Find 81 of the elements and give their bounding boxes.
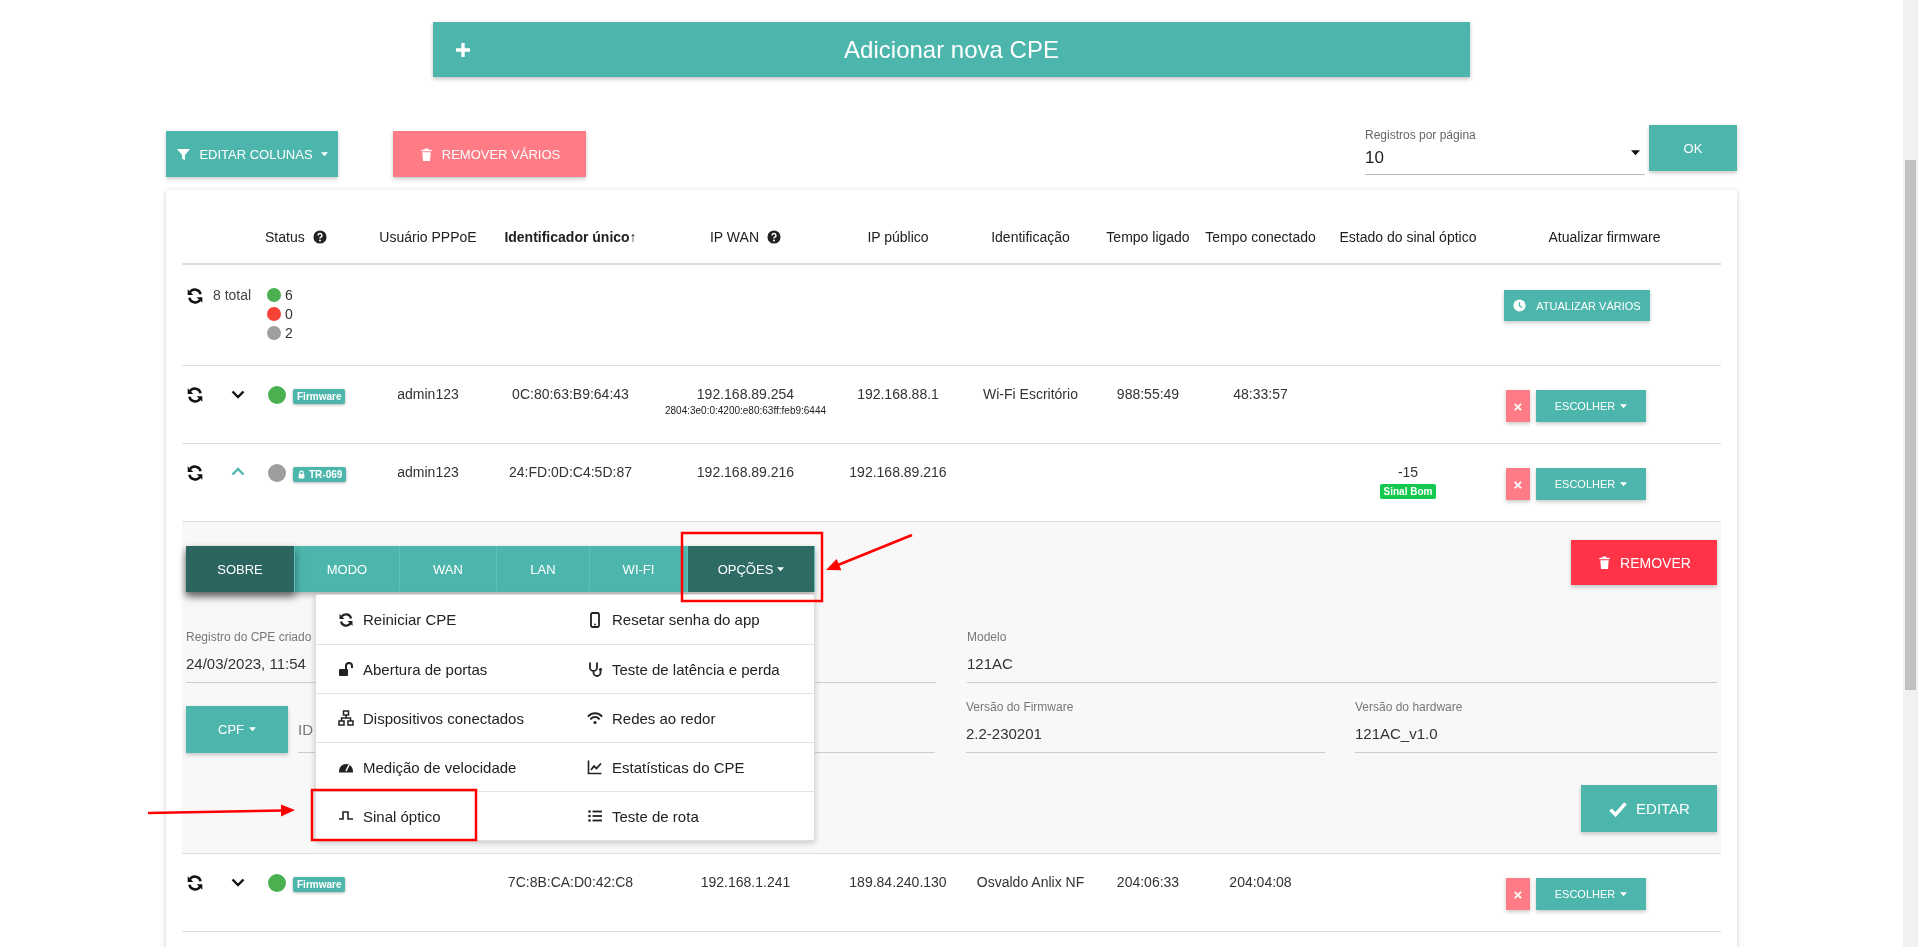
table-cell: 192.168.89.216 [849, 464, 947, 480]
caret-icon [777, 566, 785, 572]
list-icon [587, 808, 603, 824]
menu-item[interactable]: Dispositivos conectados [316, 693, 565, 742]
table-cell: Osvaldo Anlix NF [976, 874, 1085, 890]
badge-label: TR-069 [309, 469, 343, 480]
menu-item[interactable]: Teste de latência e perda [565, 644, 814, 693]
column-header[interactable]: Identificação [991, 228, 1070, 245]
menu-item[interactable]: Abertura de portas [316, 644, 565, 693]
caret-icon [320, 151, 328, 157]
menu-item[interactable]: Teste de rota [565, 791, 814, 840]
wifi-icon [587, 710, 603, 726]
total-count: 8 total [213, 287, 252, 303]
table-cell: 24:FD:0D:C4:5D:87 [509, 464, 632, 480]
ip-address: 192.168.1.241 [700, 874, 791, 890]
status-count: 6 [285, 287, 293, 303]
ipv6-address: 2804:3e0:0:4200:e80:63ff:feb9:6444 [664, 405, 827, 416]
caret-icon [249, 727, 256, 732]
column-header[interactable]: Atualizar firmware [1548, 228, 1661, 245]
options-dropdown[interactable]: OPÇÕES [688, 546, 815, 592]
column-header[interactable]: Usuário PPPoE [379, 228, 477, 245]
table-cell: admin123 [397, 464, 459, 480]
column-header[interactable]: IP público [867, 228, 929, 245]
refresh-icon[interactable] [186, 386, 204, 404]
status-count: 0 [285, 306, 293, 322]
table-cell: 192.168.88.1 [857, 386, 939, 402]
menu-item[interactable]: Resetar senha do app [565, 595, 814, 644]
unlock-icon [338, 661, 354, 677]
menu-item[interactable]: Redes ao redor [565, 693, 814, 742]
badge-label: Firmware [297, 391, 342, 402]
plus-icon [455, 41, 471, 58]
trash-icon [1597, 555, 1613, 570]
id-field[interactable]: ID [298, 720, 318, 738]
text-field[interactable]: Modelo 121AC [967, 630, 1717, 683]
column-header[interactable]: Status [265, 228, 305, 245]
per-page-select[interactable]: Registros por página 10 [1365, 125, 1645, 175]
signal-value: -15 [1397, 464, 1419, 480]
table-cell: Wi-Fi Escritório [983, 386, 1078, 402]
column-header[interactable]: Tempo ligado [1106, 228, 1190, 245]
menu-item[interactable]: Sinal óptico [316, 791, 565, 840]
refresh-icon[interactable] [186, 874, 204, 892]
line-chart-icon [587, 759, 603, 775]
table-cell: 7C:8B:CA:D0:42:C8 [507, 874, 634, 890]
text-field[interactable]: Versão do Firmware 2.2-230201 [966, 700, 1325, 753]
table-cell: 189.84.240.130 [849, 874, 947, 890]
clock-icon [1513, 299, 1527, 312]
table-cell: 204:04:08 [1229, 874, 1292, 890]
column-header[interactable]: Identificador único↑ [504, 228, 637, 245]
table-cell: 988:55:49 [1116, 386, 1180, 402]
refresh-icon[interactable] [186, 287, 204, 305]
remove-button[interactable]: REMOVER [1571, 540, 1717, 585]
column-header[interactable]: Estado do sinal óptico [1339, 228, 1477, 245]
badge-label: Firmware [297, 879, 342, 890]
column-header[interactable]: IP WAN [710, 228, 759, 245]
lock-icon [297, 470, 306, 479]
ip-address: 192.168.89.216 [696, 464, 795, 480]
tab[interactable]: SOBRE [186, 546, 295, 592]
caret-icon [1631, 150, 1640, 156]
menu-item[interactable]: Reiniciar CPE [316, 595, 565, 644]
column-header[interactable]: Tempo conectado [1205, 228, 1316, 245]
refresh-icon[interactable] [186, 464, 204, 482]
signal-badge: Sinal Bom [1379, 484, 1437, 499]
filter-icon [176, 146, 192, 162]
phone-icon [587, 611, 603, 628]
caret-icon [1620, 481, 1628, 487]
ip-address: 192.168.89.254 [696, 386, 795, 402]
text-field[interactable]: Versão do hardware 121AC_v1.0 [1355, 700, 1717, 753]
table-cell: 0C:80:63:B9:64:43 [512, 386, 629, 402]
scrollbar[interactable] [1903, 0, 1918, 947]
menu-item[interactable]: Medição de velocidade [316, 742, 565, 791]
caret-icon [1620, 403, 1628, 409]
stethoscope-icon [587, 661, 603, 677]
menu-item[interactable]: Estatísticas do CPE [565, 742, 814, 791]
network-icon [338, 710, 354, 726]
table-cell: admin123 [397, 386, 459, 402]
trash-icon [418, 146, 434, 162]
status-count: 2 [285, 325, 293, 341]
table-cell: 204:06:33 [1116, 874, 1180, 890]
refresh-icon [338, 611, 354, 628]
table-cell: 48:33:57 [1233, 386, 1288, 402]
caret-icon [1620, 891, 1628, 897]
